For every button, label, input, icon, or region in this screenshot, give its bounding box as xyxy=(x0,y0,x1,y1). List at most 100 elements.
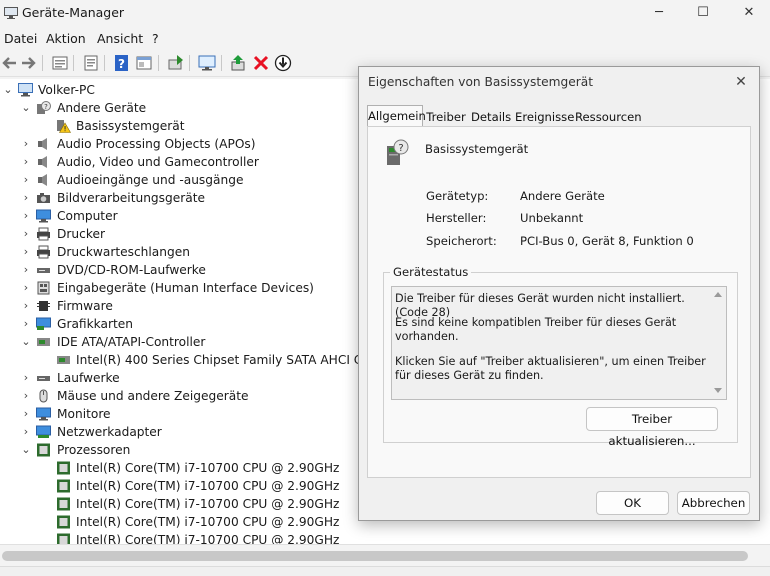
expand-chevron-icon[interactable]: › xyxy=(20,279,32,297)
tab-ressourcen[interactable]: Ressourcen xyxy=(575,108,642,127)
manufacturer-value: Unbekannt xyxy=(520,211,584,225)
tree-device[interactable]: Intel(R) 400 Series Chipset Family SATA … xyxy=(0,351,414,369)
menu-datei[interactable]: Datei xyxy=(4,31,37,46)
maximize-button[interactable]: ☐ xyxy=(680,0,726,26)
expand-chevron-icon[interactable]: › xyxy=(20,369,32,387)
tab-ereignisse[interactable]: Ereignisse xyxy=(515,108,574,127)
minimize-button[interactable]: ─ xyxy=(636,0,682,26)
expand-chevron-icon[interactable]: › xyxy=(20,423,32,441)
menu-ansicht[interactable]: Ansicht xyxy=(97,31,143,46)
update-driver-icon[interactable] xyxy=(230,54,248,72)
collapse-chevron-icon[interactable]: ⌄ xyxy=(20,99,32,117)
monitor-icon[interactable] xyxy=(198,54,216,72)
properties-icon[interactable] xyxy=(82,54,100,72)
cancel-button[interactable]: Abbrechen xyxy=(677,491,750,515)
dialog-close-button[interactable]: ✕ xyxy=(729,71,753,93)
tree-category[interactable]: › DVD/CD-ROM-Laufwerke xyxy=(0,261,360,279)
tree-label: Andere Geräte xyxy=(57,101,147,115)
tree-category[interactable]: ⌄ ? Andere Geräte xyxy=(0,99,360,117)
tree-label: Audio Processing Objects (APOs) xyxy=(57,137,256,151)
tree-device[interactable]: Intel(R) Core(TM) i7-10700 CPU @ 2.90GHz xyxy=(0,477,360,495)
expand-chevron-icon[interactable]: › xyxy=(20,315,32,333)
expand-chevron-icon[interactable]: › xyxy=(20,171,32,189)
tab-allgemein[interactable]: Allgemein xyxy=(367,105,426,128)
tree-category[interactable]: ⌄ Prozessoren xyxy=(0,441,360,459)
general-tab-panel: ? Basissystemgerät Gerätetyp: Andere Ger… xyxy=(367,126,751,478)
update-driver-button[interactable]: Treiber aktualisieren... xyxy=(586,407,718,448)
tab-treiber[interactable]: Treiber xyxy=(425,108,467,127)
processor-icon xyxy=(57,533,70,544)
horizontal-scrollbar[interactable] xyxy=(0,544,770,567)
collapse-chevron-icon[interactable]: ⌄ xyxy=(20,333,32,351)
tree-root[interactable]: ⌄ Volker-PC xyxy=(0,81,360,99)
tree-category[interactable]: › Monitore xyxy=(0,405,360,423)
expand-chevron-icon[interactable]: › xyxy=(20,261,32,279)
menu-aktion[interactable]: Aktion xyxy=(46,31,86,46)
tree-category[interactable]: › Mäuse und andere Zeigegeräte xyxy=(0,387,360,405)
tree-category[interactable]: › Grafikkarten xyxy=(0,315,360,333)
tree-label: Drucker xyxy=(57,227,105,241)
speaker-icon xyxy=(38,138,47,150)
tree-device[interactable]: Intel(R) Core(TM) i7-10700 CPU @ 2.90GHz xyxy=(0,459,360,477)
tree-label: Bildverarbeitungsgeräte xyxy=(57,191,205,205)
disable-device-icon[interactable] xyxy=(274,54,292,72)
tree-category[interactable]: ⌄ IDE ATA/ATAPI-Controller xyxy=(0,333,360,351)
svg-text:?: ? xyxy=(118,57,125,71)
tree-category[interactable]: › Druckwarteschlangen xyxy=(0,243,360,261)
tree-label: Intel(R) Core(TM) i7-10700 CPU @ 2.90GHz xyxy=(76,479,340,493)
expand-chevron-icon[interactable]: › xyxy=(20,189,32,207)
tree-device[interactable]: Basissystemgerät xyxy=(0,117,360,135)
scrollbar-thumb[interactable] xyxy=(2,551,748,561)
device-manager-icon xyxy=(4,7,18,19)
grid-view-icon[interactable] xyxy=(135,54,153,72)
device-status-textbox[interactable]: Die Treiber für dieses Gerät wurden nich… xyxy=(391,286,727,400)
expand-chevron-icon[interactable]: › xyxy=(20,207,32,225)
tree-category[interactable]: › Audio, Video und Gamecontroller xyxy=(0,153,360,171)
tree-device[interactable]: Intel(R) Core(TM) i7-10700 CPU @ 2.90GHz xyxy=(0,513,360,531)
tree-category[interactable]: › Netzwerkadapter xyxy=(0,423,360,441)
processor-icon xyxy=(57,515,70,529)
expand-chevron-icon[interactable]: › xyxy=(20,225,32,243)
tree-label: Firmware xyxy=(57,299,113,313)
expand-chevron-icon[interactable]: › xyxy=(20,153,32,171)
ok-button[interactable]: OK xyxy=(596,491,669,515)
unknown-device-icon: ? xyxy=(387,139,409,165)
tree-label: DVD/CD-ROM-Laufwerke xyxy=(57,263,206,277)
tree-category[interactable]: › Bildverarbeitungsgeräte xyxy=(0,189,360,207)
tree-category[interactable]: › Firmware xyxy=(0,297,360,315)
tree-device[interactable]: Intel(R) Core(TM) i7-10700 CPU @ 2.90GHz xyxy=(0,531,360,544)
drive-icon xyxy=(37,268,50,273)
tree-category[interactable]: › Drucker xyxy=(0,225,360,243)
expand-chevron-icon[interactable]: › xyxy=(20,405,32,423)
tree-category[interactable]: › Audio Processing Objects (APOs) xyxy=(0,135,360,153)
tree-label: Intel(R) Core(TM) i7-10700 CPU @ 2.90GHz xyxy=(76,497,340,511)
collapse-chevron-icon[interactable]: ⌄ xyxy=(2,81,14,99)
controller-icon xyxy=(37,338,50,346)
close-button[interactable]: ✕ xyxy=(726,0,770,26)
scan-hardware-icon[interactable] xyxy=(167,54,185,72)
help-icon[interactable]: ? xyxy=(113,54,131,72)
tree-device[interactable]: Intel(R) Core(TM) i7-10700 CPU @ 2.90GHz xyxy=(0,495,360,513)
tree-label: Computer xyxy=(57,209,118,223)
tree-category[interactable]: › Computer xyxy=(0,207,360,225)
expand-chevron-icon[interactable]: › xyxy=(20,387,32,405)
uninstall-device-icon[interactable] xyxy=(252,54,270,72)
collapse-chevron-icon[interactable]: ⌄ xyxy=(20,441,32,459)
tab-details[interactable]: Details xyxy=(471,108,511,127)
tree-label: Mäuse und andere Zeigegeräte xyxy=(57,389,249,403)
expand-chevron-icon[interactable]: › xyxy=(20,297,32,315)
tree-category[interactable]: › Audioeingänge und -ausgänge xyxy=(0,171,360,189)
forward-arrow-icon[interactable] xyxy=(20,54,38,72)
tree-view-icon[interactable] xyxy=(51,54,69,72)
mouse-icon xyxy=(39,389,48,403)
tree-category[interactable]: › Laufwerke xyxy=(0,369,360,387)
expand-chevron-icon[interactable]: › xyxy=(20,243,32,261)
tree-category[interactable]: › Eingabegeräte (Human Interface Devices… xyxy=(0,279,360,297)
vertical-scrollbar[interactable] xyxy=(713,289,723,397)
properties-dialog: Eigenschaften von Basissystemgerät ✕ All… xyxy=(358,66,760,521)
location-value: PCI-Bus 0, Gerät 8, Funktion 0 xyxy=(520,234,694,248)
expand-chevron-icon[interactable]: › xyxy=(20,135,32,153)
back-arrow-icon[interactable] xyxy=(0,54,18,72)
menu-bar: Datei Aktion Ansicht ? xyxy=(0,29,770,49)
menu-help[interactable]: ? xyxy=(152,31,159,46)
